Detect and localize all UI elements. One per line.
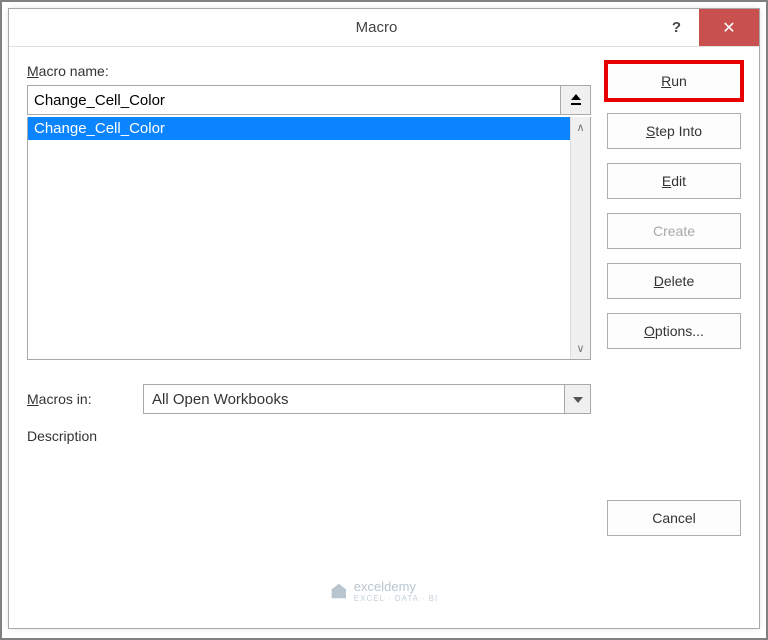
list-item[interactable]: Change_Cell_Color: [28, 117, 570, 140]
watermark-icon: [330, 582, 348, 600]
titlebar: Macro ? ✕: [9, 9, 759, 47]
macros-in-label: Macros in:: [27, 391, 127, 407]
watermark: exceldemy EXCEL · DATA · BI: [330, 579, 438, 603]
help-button[interactable]: ?: [654, 9, 699, 46]
titlebar-buttons: ? ✕: [654, 9, 759, 46]
scroll-down-icon: ∨: [576, 342, 584, 355]
macro-list-container: Change_Cell_Color ∧ ∨: [27, 117, 591, 360]
arrow-up-icon: [569, 92, 583, 109]
watermark-subtext: EXCEL · DATA · BI: [354, 594, 438, 603]
macros-in-value: All Open Workbooks: [143, 384, 565, 414]
reference-toggle-button[interactable]: [561, 85, 591, 115]
create-button: Create: [607, 213, 741, 249]
macro-name-input[interactable]: [27, 85, 561, 115]
step-into-button[interactable]: Step Into: [607, 113, 741, 149]
dialog-title: Macro: [9, 9, 654, 46]
options-button[interactable]: Options...: [607, 313, 741, 349]
screenshot-frame: Macro ? ✕ Macro name: Chang: [0, 0, 768, 640]
edit-button[interactable]: Edit: [607, 163, 741, 199]
scroll-up-icon: ∧: [576, 121, 584, 134]
description-label: Description: [27, 428, 591, 444]
run-button[interactable]: Run: [607, 63, 741, 99]
close-button[interactable]: ✕: [699, 9, 759, 46]
combo-dropdown-button[interactable]: [565, 384, 591, 414]
cancel-button[interactable]: Cancel: [607, 500, 741, 536]
delete-button[interactable]: Delete: [607, 263, 741, 299]
macro-list[interactable]: Change_Cell_Color: [28, 117, 570, 359]
watermark-text: exceldemy: [354, 579, 416, 594]
macros-in-combo[interactable]: All Open Workbooks: [143, 384, 591, 414]
dialog-body: Macro name: Change_Cell_Color ∧: [9, 47, 759, 628]
chevron-down-icon: [573, 392, 583, 406]
macro-dialog: Macro ? ✕ Macro name: Chang: [8, 8, 760, 629]
macro-name-label: Macro name:: [27, 63, 591, 79]
scrollbar[interactable]: ∧ ∨: [570, 117, 590, 359]
